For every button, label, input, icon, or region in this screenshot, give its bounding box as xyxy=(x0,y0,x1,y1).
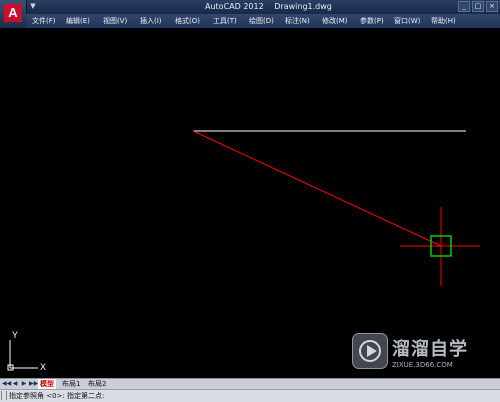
watermark: 溜溜自学 ZIXUE.3D66.COM xyxy=(352,333,472,381)
menu-insert[interactable]: 插入(I) xyxy=(140,14,162,28)
close-button[interactable]: × xyxy=(486,1,498,12)
last-tab-icon[interactable]: ▶▶ xyxy=(29,380,38,388)
ucs-icon: Y X xyxy=(7,330,46,372)
ucs-x-label: X xyxy=(40,362,46,372)
title-bar: A ▼ AutoCAD 2012 Drawing1.dwg _ □ × xyxy=(0,0,500,28)
application-menu-button[interactable]: A xyxy=(0,0,27,28)
drawing-canvas[interactable]: Y X xyxy=(0,28,500,378)
quick-access-dropdown-icon[interactable]: ▼ xyxy=(28,1,38,12)
watermark-url: ZIXUE.3D66.COM xyxy=(392,361,453,369)
first-tab-icon[interactable]: ◀◀ xyxy=(2,380,11,388)
command-line[interactable]: 指定参照角 <0>: 指定第二点: xyxy=(0,389,500,402)
tab-layout1[interactable]: 布局1 xyxy=(60,379,82,389)
menu-view[interactable]: 视图(V) xyxy=(103,14,127,28)
command-grip-handle[interactable] xyxy=(1,391,7,400)
menu-draw[interactable]: 绘图(D) xyxy=(249,14,274,28)
autocad-logo-icon: A xyxy=(4,4,22,22)
ucs-y-label: Y xyxy=(12,330,18,340)
menu-parametric[interactable]: 参数(P) xyxy=(360,14,384,28)
menu-tools[interactable]: 工具(T) xyxy=(213,14,237,28)
drawing-svg[interactable]: Y X xyxy=(0,28,500,378)
layout-tabs-bar: ◀◀ ◀ ▶ ▶▶ 模型 布局1 布局2 xyxy=(0,378,500,389)
menu-modify[interactable]: 修改(M) xyxy=(322,14,348,28)
menu-format[interactable]: 格式(O) xyxy=(175,14,200,28)
menu-bar: 文件(F) 编辑(E) 视图(V) 插入(I) 格式(O) 工具(T) 绘图(D… xyxy=(26,14,500,28)
rubber-band-line xyxy=(192,130,442,247)
play-logo-icon xyxy=(352,333,388,369)
menu-edit[interactable]: 编辑(E) xyxy=(66,14,90,28)
tab-layout2[interactable]: 布局2 xyxy=(86,379,108,389)
watermark-text: 溜溜自学 xyxy=(392,339,468,360)
prev-tab-icon[interactable]: ◀ xyxy=(11,380,19,388)
menu-help[interactable]: 帮助(H) xyxy=(431,14,456,28)
app-name: AutoCAD 2012 xyxy=(205,2,264,11)
window-controls: _ □ × xyxy=(458,1,498,12)
file-name: Drawing1.dwg xyxy=(274,2,332,11)
maximize-button[interactable]: □ xyxy=(472,1,484,12)
menu-dimension[interactable]: 标注(N) xyxy=(285,14,310,28)
command-prompt: 指定参照角 <0>: 指定第二点: xyxy=(9,392,105,400)
next-tab-icon[interactable]: ▶ xyxy=(20,380,28,388)
minimize-button[interactable]: _ xyxy=(458,1,470,12)
menu-window[interactable]: 窗口(W) xyxy=(394,14,420,28)
tab-model[interactable]: 模型 xyxy=(38,379,56,389)
window-title: AutoCAD 2012 Drawing1.dwg xyxy=(205,0,340,14)
menu-file[interactable]: 文件(F) xyxy=(32,14,56,28)
